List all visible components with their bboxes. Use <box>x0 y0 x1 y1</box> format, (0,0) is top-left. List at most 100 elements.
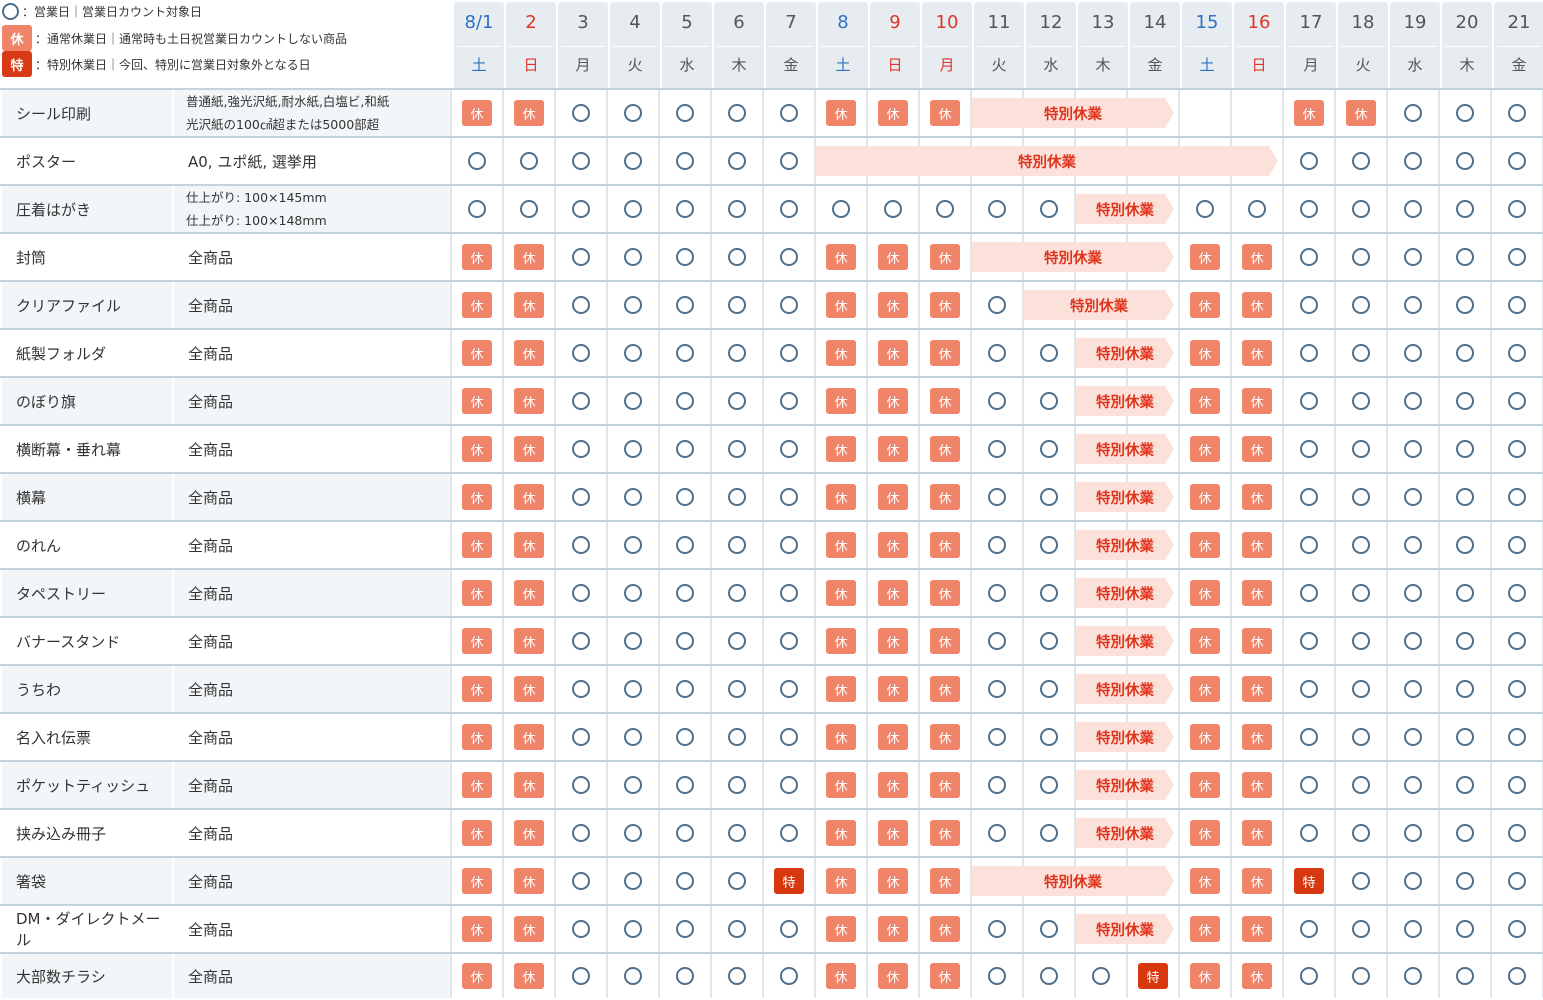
column-divider <box>762 810 764 856</box>
regular-holiday-badge: 休 <box>1346 100 1376 126</box>
column-divider <box>1334 186 1336 232</box>
special-holiday-banner: 特別休業 <box>816 146 1278 176</box>
business-day-circle-icon <box>936 200 954 218</box>
business-day-circle-icon <box>1352 728 1370 746</box>
column-divider <box>762 570 764 616</box>
column-divider <box>554 138 556 184</box>
day-cell <box>610 570 656 616</box>
business-day-circle-icon <box>1456 392 1474 410</box>
business-day-circle-icon <box>1508 728 1526 746</box>
column-divider <box>1282 330 1284 376</box>
business-day-circle-icon <box>1508 248 1526 266</box>
column-divider <box>1230 426 1232 472</box>
column-divider <box>710 138 712 184</box>
day-cell: 休 <box>818 474 864 520</box>
column-divider <box>1074 714 1076 760</box>
day-cell: 休 <box>922 858 968 904</box>
column-divider <box>970 570 972 616</box>
business-day-circle-icon <box>1404 872 1422 890</box>
day-number: 11 <box>987 12 1011 33</box>
column-divider <box>554 522 556 568</box>
day-cell <box>1442 858 1488 904</box>
special-holiday-banner: 特別休業 <box>1076 194 1174 224</box>
business-day-circle-icon <box>1300 488 1318 506</box>
column-divider <box>710 522 712 568</box>
day-cell: 休 <box>506 426 552 472</box>
column-divider <box>1282 378 1284 424</box>
column-divider <box>1490 138 1492 184</box>
business-day-circle-icon <box>1196 200 1214 218</box>
business-day-circle-icon <box>1300 296 1318 314</box>
regular-holiday-badge: 休 <box>462 724 492 750</box>
column-divider <box>1438 762 1440 808</box>
business-day-circle-icon <box>780 584 798 602</box>
column-divider <box>866 906 868 952</box>
business-day-circle-icon <box>572 584 590 602</box>
column-divider <box>918 186 920 232</box>
day-cell: 休 <box>870 714 916 760</box>
column-divider <box>1334 954 1336 998</box>
day-cell: 休 <box>454 90 500 136</box>
regular-holiday-badge: 休 <box>878 963 908 989</box>
weekday-label: 木 <box>1459 56 1475 74</box>
column-divider <box>1438 570 1440 616</box>
day-cell <box>1494 954 1540 998</box>
day-cell <box>1286 762 1332 808</box>
day-cell: 休 <box>506 810 552 856</box>
business-day-circle-icon <box>1040 680 1058 698</box>
day-header-divider <box>925 46 969 47</box>
column-divider <box>970 234 972 280</box>
product-row: 大部数チラシ 全商品休休休休休特休休 <box>0 952 1543 998</box>
column-divider <box>450 714 452 760</box>
product-name: バナースタンド <box>2 618 172 664</box>
day-cell <box>1338 906 1384 952</box>
day-header-divider <box>1497 46 1541 47</box>
column-divider <box>1282 618 1284 664</box>
column-divider <box>866 714 868 760</box>
day-cell: 休 <box>506 858 552 904</box>
day-cell <box>1390 330 1436 376</box>
business-day-circle-icon <box>780 104 798 122</box>
day-cell <box>1442 906 1488 952</box>
regular-holiday-badge: 休 <box>462 772 492 798</box>
column-divider <box>918 618 920 664</box>
product-row: 横幕 全商品休休休休休休休特別休業 <box>0 472 1543 520</box>
day-cell: 休 <box>1234 906 1280 952</box>
business-day-circle-icon <box>780 200 798 218</box>
business-day-circle-icon <box>676 536 694 554</box>
day-cell: 特 <box>1286 858 1332 904</box>
regular-holiday-badge: 休 <box>514 628 544 654</box>
day-cell <box>558 666 604 712</box>
special-holiday-banner: 特別休業 <box>1076 434 1174 464</box>
business-day-circle-icon <box>1404 536 1422 554</box>
weekday-label: 土 <box>1199 56 1215 74</box>
product-row: 名入れ伝票 全商品休休休休休休休特別休業 <box>0 712 1543 760</box>
day-cell <box>454 138 500 184</box>
regular-holiday-badge: 休 <box>462 676 492 702</box>
day-header: 6木 <box>714 2 764 88</box>
regular-holiday-badge: 休 <box>514 580 544 606</box>
day-cell <box>558 762 604 808</box>
day-cell <box>558 330 604 376</box>
business-day-circle-icon <box>1040 728 1058 746</box>
day-cell: 休 <box>870 426 916 472</box>
day-cell <box>1442 522 1488 568</box>
business-day-circle-icon <box>1352 680 1370 698</box>
weekday-label: 月 <box>1303 56 1319 74</box>
business-day-circle-icon <box>1404 680 1422 698</box>
column-divider <box>450 954 452 998</box>
regular-holiday-badge: 休 <box>1242 532 1272 558</box>
business-day-circle-icon <box>728 440 746 458</box>
day-cell: 休 <box>818 714 864 760</box>
day-cell: 休 <box>1234 378 1280 424</box>
product-name: DM・ダイレクトメール <box>2 906 172 952</box>
business-day-circle-icon <box>1456 967 1474 985</box>
day-cell <box>610 762 656 808</box>
regular-holiday-badge: 休 <box>1190 532 1220 558</box>
column-divider <box>1074 618 1076 664</box>
special-holiday-banner: 特別休業 <box>1076 578 1174 608</box>
regular-holiday-badge: 休 <box>1190 580 1220 606</box>
business-day-circle-icon <box>832 200 850 218</box>
business-day-circle-icon <box>676 440 694 458</box>
column-divider <box>502 186 504 232</box>
